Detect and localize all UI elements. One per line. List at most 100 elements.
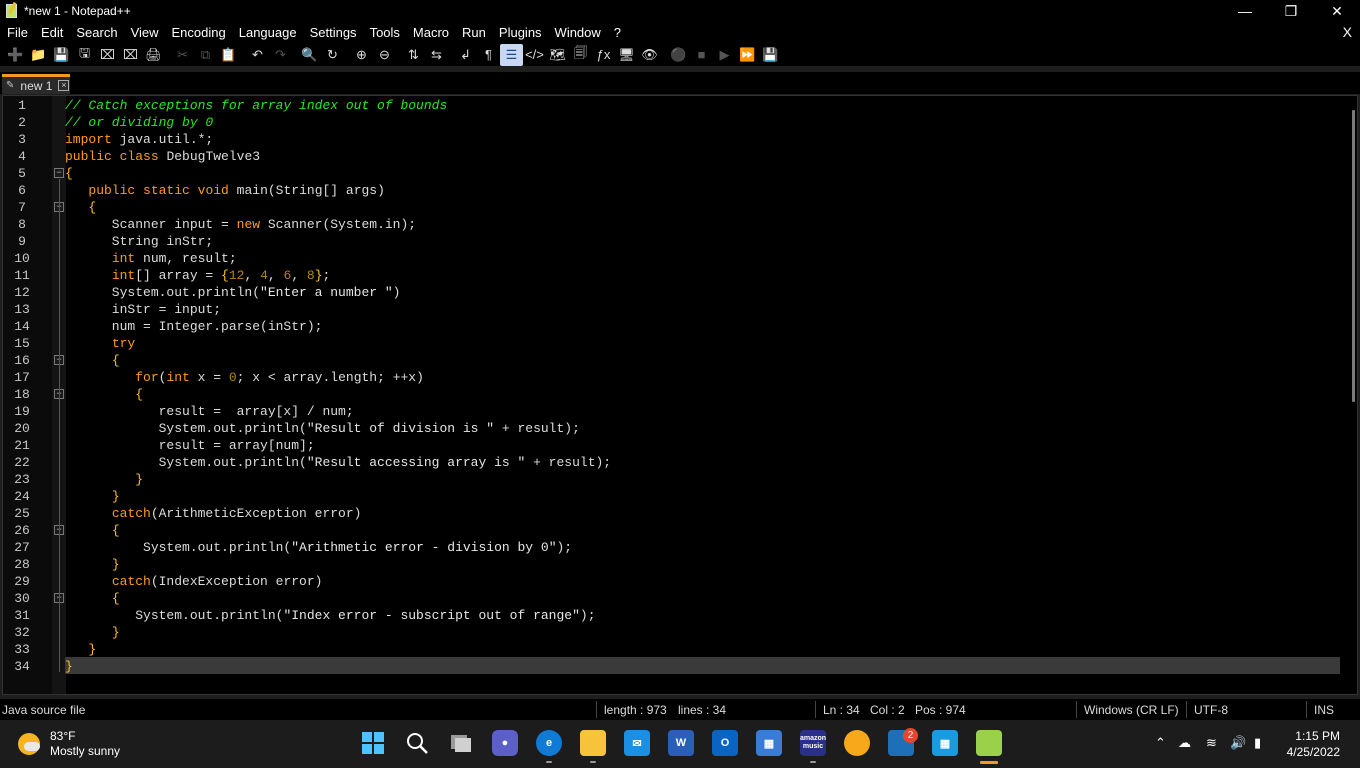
show-all-characters-icon[interactable]: ¶ [477,44,500,66]
task-view-icon[interactable] [448,730,474,756]
monitoring-icon[interactable]: 👁 [638,44,661,66]
code-line[interactable]: import java.util.*; [65,131,213,148]
indent-guide-icon[interactable]: ☰ [500,43,523,66]
code-line[interactable]: System.out.println("Result accessing arr… [65,454,612,471]
eol-format[interactable]: Windows (CR LF) [1084,703,1179,717]
play-macro-icon[interactable]: ▶ [713,44,736,66]
vertical-scrollbar[interactable] [1352,110,1355,402]
chevron-up-icon[interactable]: ⌃ [1155,735,1166,751]
zoom-in-icon[interactable]: ⊕ [350,44,373,66]
weather-app-icon[interactable] [844,730,870,756]
code-line[interactable]: try [65,335,135,352]
menu-search[interactable]: Search [69,25,123,40]
code-line[interactable]: } [65,658,73,675]
weather-widget[interactable]: 83°F Mostly sunny [18,729,120,759]
close-icon[interactable]: ⌧ [96,44,119,66]
outlook-icon[interactable]: O [712,730,738,756]
save-icon[interactable]: 💾 [50,44,73,66]
onedrive-cloud-icon[interactable]: ☁ [1178,735,1191,751]
stop-macro-icon[interactable]: ■ [690,44,713,66]
menu-language[interactable]: Language [232,25,303,40]
fold-toggle-icon[interactable]: − [54,168,64,178]
mail-icon[interactable]: ✉ [624,730,650,756]
cut-icon[interactable]: ✂ [171,44,194,66]
menu-run[interactable]: Run [455,25,492,40]
xml-tag-icon[interactable]: </> [523,44,546,66]
code-line[interactable]: } [65,624,120,641]
word-wrap-icon[interactable]: ↲ [454,44,477,66]
close-document-button[interactable]: X [1343,24,1352,40]
menu-encoding[interactable]: Encoding [165,25,232,40]
menu-file[interactable]: File [0,25,34,40]
tab-close-icon[interactable]: × [58,80,70,91]
encoding[interactable]: UTF-8 [1194,703,1228,717]
code-line[interactable]: { [65,590,120,607]
code-line[interactable]: num = Integer.parse(inStr); [65,318,323,335]
code-line[interactable]: // Catch exceptions for array index out … [65,97,447,114]
folder-as-workspace-icon[interactable]: 🖥 [615,44,638,66]
code-line[interactable]: int num, result; [65,250,237,267]
code-line[interactable]: } [65,471,143,488]
menu-plugins[interactable]: Plugins [492,25,548,40]
code-line[interactable]: int[] array = {12, 4, 6, 8}; [65,267,331,284]
code-line[interactable]: } [65,488,120,505]
calculator-app-icon[interactable]: ▦ [932,730,958,756]
wifi-icon[interactable]: ≋ [1206,735,1217,751]
code-line[interactable]: result = array[x] / num; [65,403,354,420]
code-line[interactable]: Scanner input = new Scanner(System.in); [65,216,416,233]
code-line[interactable]: { [65,352,120,369]
start-windows-icon[interactable] [360,730,386,756]
code-line[interactable]: } [65,641,96,658]
code-line[interactable]: result = array[num]; [65,437,315,454]
copy-icon[interactable]: ⧉ [194,44,217,66]
sync-horizontal-icon[interactable]: ⇆ [425,44,448,66]
undo-icon[interactable]: ↶ [246,44,269,66]
insert-mode[interactable]: INS [1314,703,1334,717]
search-icon[interactable] [404,730,430,756]
close-window-button[interactable]: ✕ [1314,0,1360,22]
edge-browser-icon[interactable]: e [536,730,562,756]
code-area[interactable]: // Catch exceptions for array index out … [65,96,1340,694]
open-folder-icon[interactable]: 📁 [27,44,50,66]
code-line[interactable]: catch(ArithmeticException error) [65,505,362,522]
code-line[interactable]: System.out.println("Arithmetic error - d… [65,539,572,556]
system-clock[interactable]: 1:15 PM 4/25/2022 [1287,728,1340,760]
notepadpp-taskbar-icon[interactable] [976,730,1002,756]
code-line[interactable]: String inStr; [65,233,213,250]
code-line[interactable]: { [65,165,73,182]
replace-icon[interactable]: ↻ [321,44,344,66]
battery-icon[interactable]: ▮ [1254,735,1261,751]
menu-macro[interactable]: Macro [406,25,455,40]
menu-window[interactable]: Window [548,25,607,40]
close-all-icon[interactable]: ⌧ [119,44,142,66]
document-list-icon[interactable]: 🗐 [569,44,592,66]
redo-icon[interactable]: ↷ [269,44,292,66]
amazon-music-icon[interactable]: amazon music [800,730,826,756]
function-list-icon[interactable]: ƒx [592,44,615,66]
code-line[interactable]: { [65,522,120,539]
volume-icon[interactable]: 🔊 [1230,735,1246,751]
menu-settings[interactable]: Settings [303,25,363,40]
code-line[interactable]: System.out.println("Index error - subscr… [65,607,595,624]
find-icon[interactable]: 🔍 [298,44,321,66]
map-icon[interactable]: 🗺 [546,44,569,66]
tab-new-1[interactable]: ✎ new 1 × [2,74,70,94]
code-line[interactable]: System.out.println("Result of division i… [65,420,580,437]
sync-vertical-icon[interactable]: ⇅ [402,44,425,66]
code-line[interactable]: for(int x = 0; x < array.length; ++x) [65,369,424,386]
minimize-button[interactable]: — [1222,0,1268,22]
code-line[interactable]: public class DebugTwelve3 [65,148,260,165]
code-editor[interactable]: 1 2 3 4 5 6 7 8 9 10 11 12 13 14 15 16 17 18 19 20 21 22 23 24 2… [2,95,1358,695]
code-line[interactable]: // or dividing by 0 [65,114,213,131]
code-line[interactable]: inStr = input; [65,301,221,318]
menu-tools[interactable]: Tools [363,25,406,40]
code-line[interactable]: } [65,556,120,573]
run-macro-multiple-icon[interactable]: ⏩ [736,44,759,66]
menu-edit[interactable]: Edit [34,25,69,40]
code-line[interactable]: { [65,386,143,403]
microsoft-store-icon[interactable]: ▦ [756,730,782,756]
teams-chat-icon[interactable]: ● [492,730,518,756]
maximize-button[interactable]: ❐ [1268,0,1314,22]
code-line[interactable]: System.out.println("Enter a number ") [65,284,401,301]
file-explorer-icon[interactable] [580,730,606,756]
